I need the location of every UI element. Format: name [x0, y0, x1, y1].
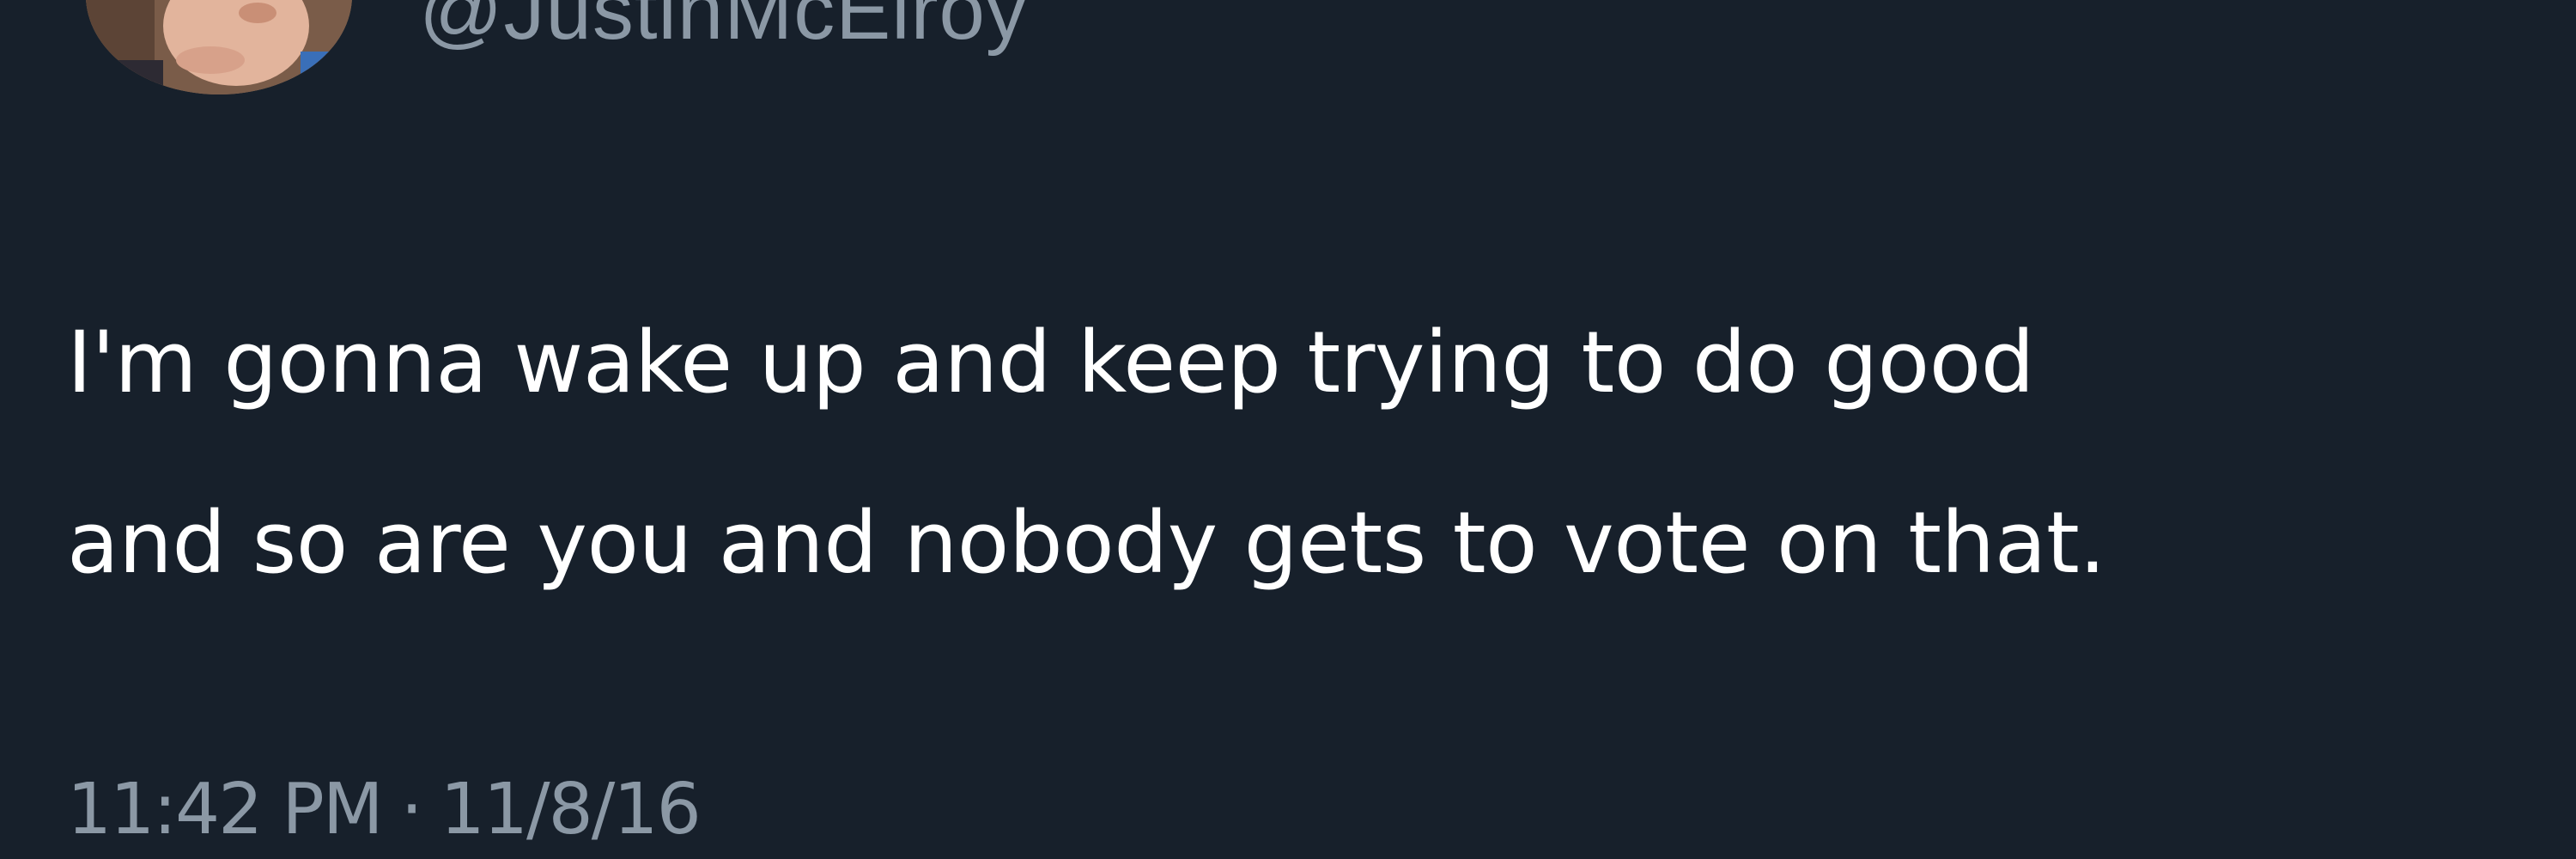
tweet-text-line: and so are you and nobody gets to vote o…	[67, 494, 2106, 593]
tweet-date: 11/8/16	[440, 769, 702, 850]
tweet-timestamp[interactable]: 11:42 PM · 11/8/16	[67, 769, 702, 850]
tweet-time: 11:42 PM	[67, 769, 384, 850]
timestamp-separator: ·	[400, 769, 423, 850]
tweet-text-line: I'm gonna wake up and keep trying to do …	[67, 314, 2035, 412]
avatar[interactable]	[86, 0, 352, 94]
user-handle[interactable]: @JustinMcElroy	[419, 0, 1028, 58]
tweet-text: I'm gonna wake up and keep trying to do …	[67, 273, 2523, 634]
tweet-card: @JustinMcElroy I'm gonna wake up and kee…	[0, 0, 2576, 859]
